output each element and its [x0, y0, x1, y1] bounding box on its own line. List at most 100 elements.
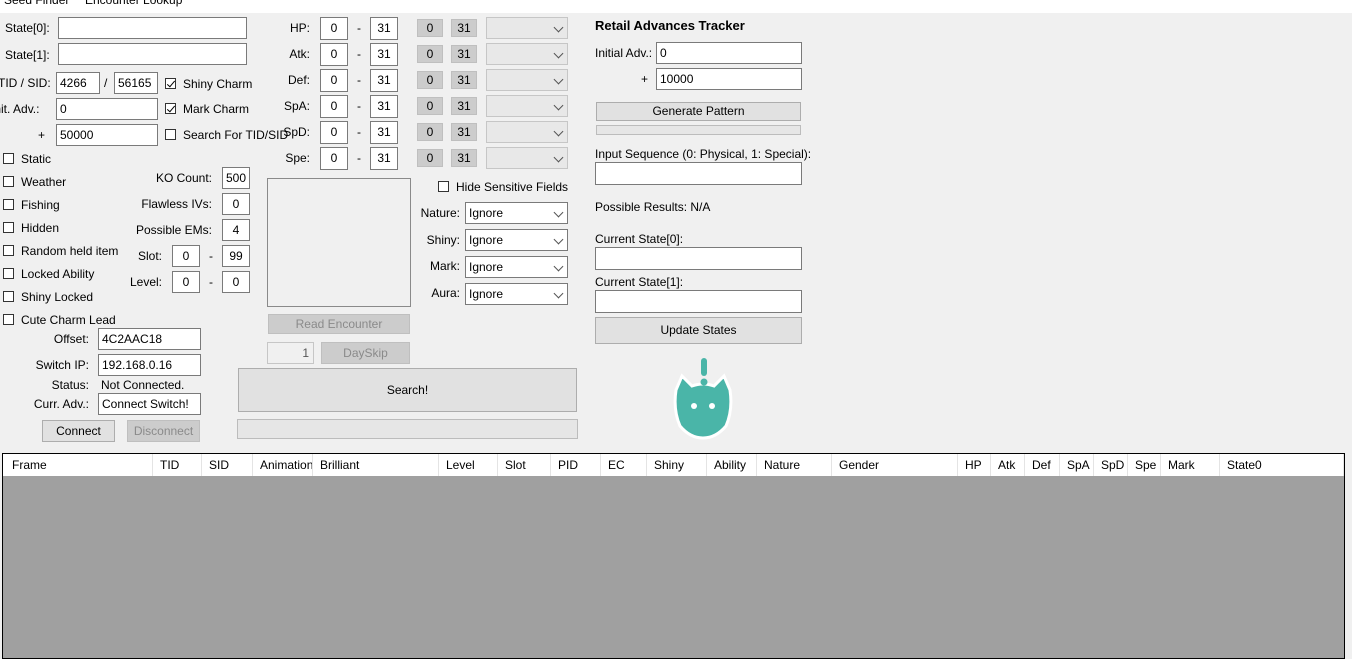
static-checkbox[interactable]	[3, 153, 14, 164]
mark-value: Ignore	[469, 260, 504, 274]
possible-ems-input[interactable]: 4	[222, 219, 250, 241]
iv-atk-min-input[interactable]: 0	[320, 43, 348, 66]
locked-ability-label: Locked Ability	[21, 267, 95, 281]
column-header-hp[interactable]: HP	[958, 454, 991, 476]
shiny-select[interactable]: Ignore	[465, 229, 568, 251]
column-header-ec[interactable]: EC	[601, 454, 647, 476]
fishing-checkbox[interactable]	[3, 199, 14, 210]
iv-hp-judge-select[interactable]	[486, 17, 568, 39]
hidden-checkbox[interactable]	[3, 222, 14, 233]
iv-spd-max-input[interactable]: 31	[370, 121, 398, 144]
current-state0-input[interactable]	[595, 247, 802, 270]
column-header-brilliant[interactable]: Brilliant	[313, 454, 439, 476]
iv-spa-max-input[interactable]: 31	[370, 95, 398, 118]
column-header-gender[interactable]: Gender	[832, 454, 958, 476]
update-states-button[interactable]: Update States	[595, 317, 802, 344]
chevron-down-icon	[553, 22, 564, 33]
dayskip-count-input[interactable]: 1	[267, 342, 314, 364]
read-encounter-button[interactable]: Read Encounter	[268, 314, 410, 334]
column-header-spe[interactable]: Spe	[1128, 454, 1161, 476]
locked-ability-checkbox[interactable]	[3, 268, 14, 279]
iv-spe-judge-select[interactable]	[486, 147, 568, 169]
column-header-sid[interactable]: SID	[202, 454, 253, 476]
connect-button[interactable]: Connect	[42, 420, 115, 442]
iv-spa-min-input[interactable]: 0	[320, 95, 348, 118]
mascot-icon	[673, 358, 733, 440]
tid-input[interactable]: 4266	[56, 72, 100, 94]
column-header-state0[interactable]: State0	[1220, 454, 1344, 476]
tracker-range-input[interactable]: 10000	[656, 68, 802, 90]
column-header-def[interactable]: Def	[1025, 454, 1060, 476]
iv-hp-min-input[interactable]: 0	[320, 17, 348, 40]
hide-sensitive-checkbox[interactable]	[438, 181, 449, 192]
shiny-locked-checkbox[interactable]	[3, 291, 14, 302]
column-header-animation[interactable]: Animation	[253, 454, 313, 476]
iv-spd-min-input[interactable]: 0	[320, 121, 348, 144]
max-adv-input[interactable]: 50000	[56, 124, 158, 146]
mark-charm-checkbox[interactable]	[165, 103, 176, 114]
input-sequence-input[interactable]	[595, 162, 802, 185]
offset-input[interactable]: 4C2AAC18	[98, 328, 201, 350]
nature-select[interactable]: Ignore	[465, 202, 568, 224]
level-min-input[interactable]: 0	[172, 271, 200, 293]
iv-spd-judge-select[interactable]	[486, 121, 568, 143]
column-header-shiny[interactable]: Shiny	[647, 454, 707, 476]
generate-pattern-button[interactable]: Generate Pattern	[596, 102, 801, 121]
column-header-nature[interactable]: Nature	[757, 454, 832, 476]
init-adv-input[interactable]: 0	[56, 98, 158, 120]
mascot-exclamation-bar	[701, 358, 707, 376]
ko-count-input[interactable]: 500	[222, 167, 250, 189]
mark-select[interactable]: Ignore	[465, 256, 568, 278]
iv-spd-judge-min: 0	[417, 123, 443, 141]
search-tid-sid-checkbox[interactable]	[165, 129, 176, 140]
results-table[interactable]: Frame TID SID Animation Brilliant Level Slot PI…	[2, 453, 1345, 659]
random-held-item-checkbox[interactable]	[3, 245, 14, 256]
search-button[interactable]: Search!	[238, 368, 577, 412]
column-header-spa[interactable]: SpA	[1060, 454, 1094, 476]
iv-hp-max-input[interactable]: 31	[370, 17, 398, 40]
column-header-atk[interactable]: Atk	[991, 454, 1025, 476]
level-max-input[interactable]: 0	[222, 271, 250, 293]
state1-input[interactable]	[58, 43, 247, 65]
tab-encounter-lookup[interactable]: Encounter Lookup	[85, 0, 182, 8]
state0-input[interactable]	[58, 17, 247, 39]
hidden-label: Hidden	[21, 221, 60, 235]
level-dash: -	[209, 275, 213, 289]
chevron-down-icon	[553, 126, 564, 137]
sid-input[interactable]: 56165	[114, 72, 158, 94]
column-header-tid[interactable]: TID	[153, 454, 202, 476]
aura-select[interactable]: Ignore	[465, 283, 568, 305]
column-header-spd[interactable]: SpD	[1094, 454, 1128, 476]
possible-results-label: Possible Results: N/A	[595, 200, 711, 214]
slot-min-input[interactable]: 0	[172, 245, 200, 267]
iv-atk-judge-select[interactable]	[486, 43, 568, 65]
iv-def-min-input[interactable]: 0	[320, 69, 348, 92]
slot-max-input[interactable]: 99	[222, 245, 250, 267]
switch-ip-input[interactable]: 192.168.0.16	[98, 354, 201, 376]
iv-def-judge-select[interactable]	[486, 69, 568, 91]
iv-spe-min-input[interactable]: 0	[320, 147, 348, 170]
iv-spa-judge-select[interactable]	[486, 95, 568, 117]
column-header-slot[interactable]: Slot	[498, 454, 551, 476]
tab-seed-finder[interactable]: Seed Finder	[4, 0, 69, 8]
column-header-pid[interactable]: PID	[551, 454, 601, 476]
iv-def-max-input[interactable]: 31	[370, 69, 398, 92]
column-header-level[interactable]: Level	[439, 454, 498, 476]
shiny-charm-checkbox[interactable]	[165, 78, 176, 89]
chevron-down-icon	[553, 207, 564, 218]
fishing-label: Fishing	[21, 198, 60, 212]
dayskip-button[interactable]: DaySkip	[321, 342, 410, 364]
flawless-ivs-input[interactable]: 0	[222, 193, 250, 215]
iv-spe-max-input[interactable]: 31	[370, 147, 398, 170]
column-header-ability[interactable]: Ability	[707, 454, 757, 476]
current-state1-input[interactable]	[595, 290, 802, 313]
tracker-initial-input[interactable]: 0	[656, 42, 802, 64]
disconnect-button[interactable]: Disconnect	[127, 420, 200, 442]
state1-label: State[1]:	[5, 48, 50, 62]
column-header-frame[interactable]: Frame	[5, 454, 153, 476]
menu-strip: Seed Finder Encounter Lookup	[0, 0, 1352, 13]
weather-checkbox[interactable]	[3, 176, 14, 187]
column-header-mark[interactable]: Mark	[1161, 454, 1220, 476]
cute-charm-lead-checkbox[interactable]	[3, 314, 14, 325]
iv-atk-max-input[interactable]: 31	[370, 43, 398, 66]
